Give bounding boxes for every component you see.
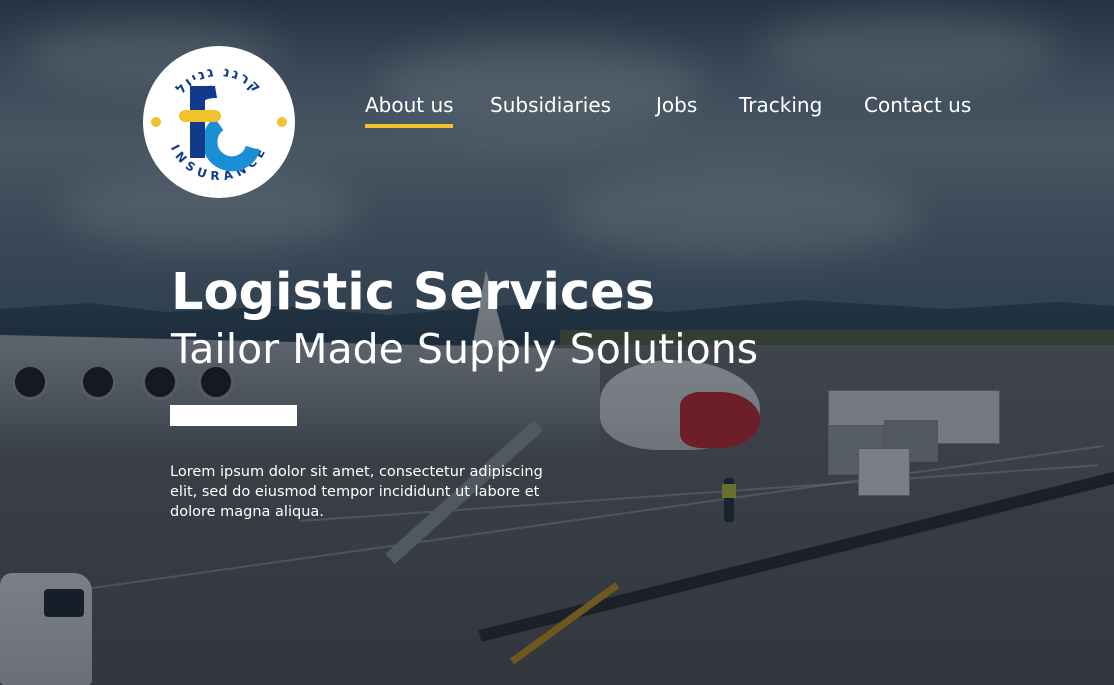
logo-f-bar [179,110,221,122]
hero-subtitle: Tailor Made Supply Solutions [171,325,759,373]
logo-dot-left [151,117,161,127]
nav-tracking[interactable]: Tracking [739,92,822,118]
nav-about-us[interactable]: About us [365,92,454,118]
logo-arc-top: קרגנ גניול [173,64,265,97]
nav-active-indicator [365,124,453,128]
company-logo[interactable]: קרגנ גניול INSURANCE [143,46,295,198]
nav-contact-us[interactable]: Contact us [864,92,971,118]
logo-c-shape [202,117,261,172]
hero-body-text: Lorem ipsum dolor sit amet, consectetur … [170,464,543,520]
hero-title: Logistic Services [171,263,656,322]
nav-jobs[interactable]: Jobs [656,92,697,118]
logo-mark: קרגנ גניול INSURANCE [151,64,287,183]
cta-button[interactable] [170,405,297,426]
logo-dot-right [277,117,287,127]
nav-subsidiaries[interactable]: Subsidiaries [490,92,611,118]
